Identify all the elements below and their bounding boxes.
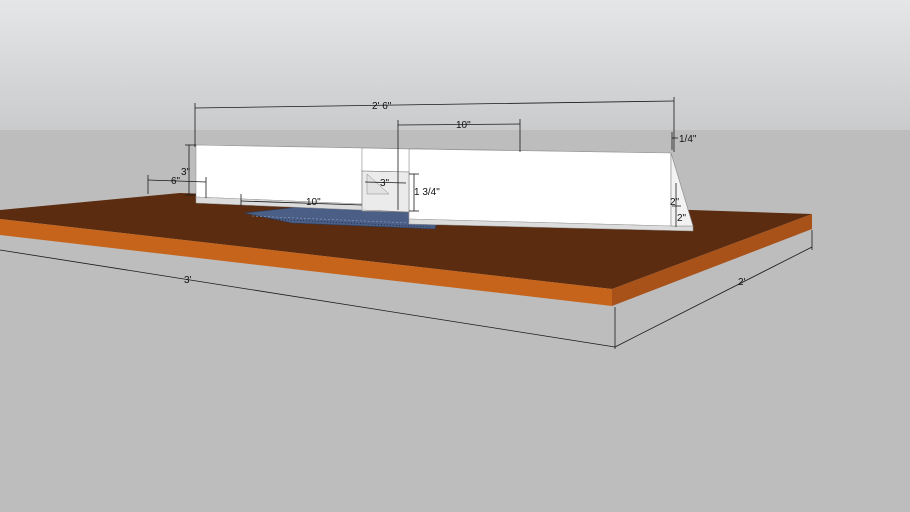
sketchup-model-view: 2' 6" 10" 1/4" 3" 6" 10" 3" 1 3/4" 2" 2"… [0, 0, 910, 512]
dimension-label-brace-lower: 2" [677, 213, 687, 224]
dimension-label-table-length: 3' [184, 275, 192, 286]
sky [0, 0, 910, 130]
fence-left-panel [195, 144, 363, 205]
dimension-label-opening-width: 3" [380, 178, 390, 189]
dimension-label-edge-thickness: 1/4" [679, 134, 697, 145]
dimension-label-fence-height: 3" [181, 167, 191, 178]
fence-bridge [361, 147, 410, 173]
dimension-label-fence-segment: 10" [456, 120, 471, 131]
dimension-label-table-depth: 2' [738, 277, 746, 288]
dimension-label-lower-segment: 10" [306, 197, 321, 208]
dimension-label-fence-offset: 6" [171, 176, 181, 187]
dimension-label-opening-height: 1 3/4" [414, 187, 440, 198]
dimension-label-brace-upper: 2" [670, 197, 680, 208]
fence-right-panel [408, 148, 672, 227]
dimension-label-fence-length: 2' 6" [372, 101, 392, 112]
